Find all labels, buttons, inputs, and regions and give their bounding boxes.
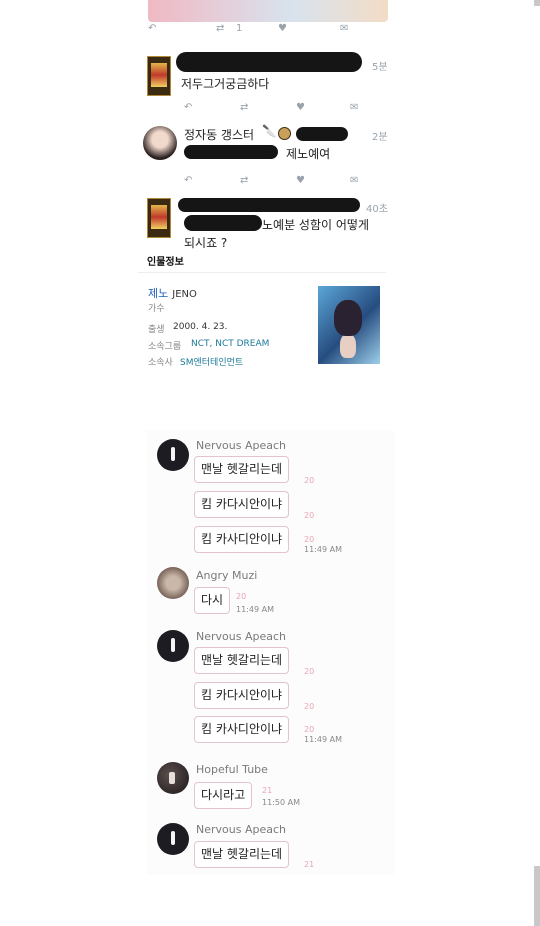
unread-count: 21 <box>262 786 273 795</box>
unread-count: 21 <box>304 860 315 869</box>
sender-name: Angry Muzi <box>196 569 258 582</box>
reply-icon[interactable]: ↶ <box>148 23 156 34</box>
user-avatar[interactable] <box>147 198 171 238</box>
birth-label: 출생 <box>148 325 165 335</box>
group-label: 소속그룹 <box>148 342 182 352</box>
sender-name: Nervous Apeach <box>196 630 286 643</box>
reply-icon[interactable]: ↶ <box>184 102 192 113</box>
user-avatar[interactable] <box>143 126 177 160</box>
heart-icon[interactable]: ♥ <box>296 175 305 186</box>
knife-icon: 🔪 <box>262 124 277 138</box>
tweet-time: 40초 <box>366 204 388 215</box>
unread-count: 20 <box>304 667 315 676</box>
profile-name[interactable]: 제노 JENO <box>148 285 197 301</box>
sender-name: Hopeful Tube <box>196 763 268 776</box>
message-time: 11:49 AM <box>304 545 342 554</box>
avatar[interactable] <box>157 630 189 662</box>
message-bubble: 다시라고 <box>194 782 253 809</box>
tweet-text: 저두그거궁금하다 <box>181 77 270 91</box>
avatar[interactable] <box>157 567 189 599</box>
tweet-media-image <box>148 0 388 22</box>
tweet-text-line1: 노예분 성함이 어떻게 <box>262 218 369 232</box>
sender-name: Nervous Apeach <box>196 823 286 836</box>
retweet-icon[interactable]: ⇄ <box>240 102 248 113</box>
profile-job: 가수 <box>148 304 165 314</box>
tweet-time: 5분 <box>372 62 388 73</box>
dm-icon[interactable]: ✉ <box>350 102 358 113</box>
message-bubble: 킴 카사디안이냐 <box>194 526 290 553</box>
unread-count: 20 <box>304 535 315 544</box>
group-value[interactable]: NCT, NCT DREAM <box>191 339 269 349</box>
message-bubble: 맨날 헷갈리는데 <box>194 456 290 483</box>
tweet-actions: ↶ ⇄ ♥ ✉ <box>184 173 384 187</box>
reply-icon[interactable]: ↶ <box>184 175 192 186</box>
heart-icon[interactable]: ♥ <box>296 102 305 113</box>
unread-count: 20 <box>304 702 315 711</box>
redacted-username <box>296 127 348 141</box>
message-bubble: 킴 카다시안이냐 <box>194 682 290 709</box>
tweet-text: 제노예여 <box>286 147 331 161</box>
avatar[interactable] <box>157 823 189 855</box>
heart-icon[interactable]: ♥ <box>278 23 287 34</box>
dm-icon[interactable]: ✉ <box>340 23 348 34</box>
tweet-time: 2분 <box>372 132 388 143</box>
birth-value: 2000. 4. 23. <box>173 322 228 332</box>
profile-photo[interactable] <box>318 286 380 364</box>
emoji-icon <box>278 127 291 140</box>
message-bubble: 킴 카다시안이냐 <box>194 491 290 518</box>
unread-count: 20 <box>304 476 315 485</box>
message-time: 11:49 AM <box>236 605 274 614</box>
unread-count: 20 <box>304 511 315 520</box>
unread-count: 20 <box>236 592 247 601</box>
avatar[interactable] <box>157 762 189 794</box>
unread-count: 20 <box>304 725 315 734</box>
redacted-mention <box>184 145 278 159</box>
tweet-actions: ↶ ⇄ ♥ ✉ <box>184 100 384 114</box>
message-bubble: 킴 카사디안이냐 <box>194 716 290 743</box>
message-time: 11:49 AM <box>304 735 342 744</box>
redacted-username <box>176 52 362 72</box>
redacted-mention <box>184 215 262 231</box>
retweet-count: 1 <box>236 22 243 34</box>
user-avatar[interactable] <box>147 56 171 96</box>
avatar[interactable] <box>157 439 189 471</box>
redacted-username <box>178 198 360 212</box>
display-name: 정자동 갱스터 <box>184 128 255 142</box>
tweet-text-line2: 되시죠 ? <box>184 236 228 250</box>
profile-heading: 인물정보 <box>147 257 184 268</box>
agency-value[interactable]: SM엔터테인먼트 <box>180 355 243 368</box>
retweet-icon[interactable]: ⇄ <box>216 23 224 34</box>
message-time: 11:50 AM <box>262 798 300 807</box>
profile-name-en: JENO <box>172 289 197 300</box>
message-bubble: 맨날 헷갈리는데 <box>194 841 290 868</box>
scrollbar-thumb[interactable] <box>534 866 540 926</box>
scrollbar[interactable] <box>534 0 540 6</box>
dm-icon[interactable]: ✉ <box>350 175 358 186</box>
message-bubble: 맨날 헷갈리는데 <box>194 647 290 674</box>
retweet-icon[interactable]: ⇄ <box>240 175 248 186</box>
sender-name: Nervous Apeach <box>196 439 286 452</box>
message-bubble: 다시 <box>194 587 231 614</box>
agency-label: 소속사 <box>148 358 173 368</box>
